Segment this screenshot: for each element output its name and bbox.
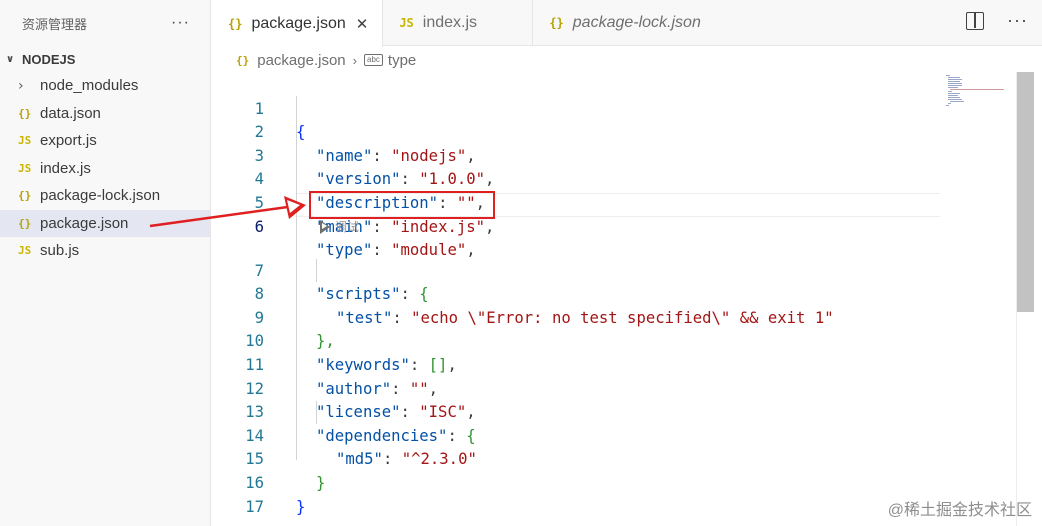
tab-label: package-lock.json <box>572 14 701 31</box>
tree-item-label: data.json <box>40 104 101 122</box>
tree-item-data-json[interactable]: {} data.json <box>0 100 210 128</box>
annotation-highlight-box <box>309 191 495 219</box>
code-line: 7 "scripts": { <box>212 236 942 304</box>
code-line: 8 "test": "echo \"Error: no test specifi… <box>212 260 942 327</box>
js-file-icon: JS <box>399 16 414 30</box>
js-file-icon: JS <box>18 244 32 258</box>
chevron-right-icon: › <box>352 52 357 68</box>
line-number: 17 <box>245 497 264 516</box>
code-line: 4 "description": "", <box>212 145 942 212</box>
more-actions-icon[interactable]: ··· <box>171 14 190 32</box>
tree-item-label: package-lock.json <box>40 187 161 205</box>
tab-label: package.json <box>251 14 346 32</box>
debug-codelens[interactable]: 调试 <box>320 217 359 235</box>
breadcrumb-file[interactable]: package.json <box>257 52 345 69</box>
tree-item-sub-js[interactable]: JS sub.js <box>0 237 210 265</box>
folder-label: NODEJS <box>22 51 76 67</box>
watermark: @稀土掘金技术社区 <box>887 502 1032 519</box>
close-icon[interactable]: ✕ <box>356 15 369 33</box>
tree-item-export-js[interactable]: JS export.js <box>0 127 210 155</box>
json-file-icon: {} <box>228 16 243 31</box>
tree-item-package-json[interactable]: {} package.json <box>0 209 210 237</box>
code-line: 10 "keywords": [], <box>212 307 942 374</box>
folder-nodejs[interactable]: ∨ NODEJS <box>0 46 210 72</box>
play-icon <box>320 220 330 234</box>
code-line: 17 <box>212 472 942 516</box>
tab-package-json[interactable]: {} package.json ✕ <box>212 0 384 47</box>
tab-label: index.js <box>422 14 478 31</box>
json-file-icon: {} <box>18 189 32 203</box>
tree-item-label: export.js <box>40 132 97 150</box>
js-file-icon: JS <box>18 161 32 175</box>
split-editor-icon[interactable] <box>966 12 984 30</box>
tree-item-label: index.js <box>40 159 91 177</box>
tab-index-js[interactable]: JS index.js <box>383 0 534 46</box>
editor-tab-bar: {} package.json ✕ JS index.js {} package… <box>212 0 1042 47</box>
json-file-icon: {} <box>18 216 32 230</box>
code-line: 5 "main": "index.js", <box>212 168 942 236</box>
codelens-label: 调试 <box>335 219 360 234</box>
colon: : <box>372 217 392 236</box>
code-line: 16 } <box>212 448 942 516</box>
chevron-down-icon: ∨ <box>6 53 15 65</box>
js-file-icon: JS <box>18 134 32 148</box>
code-line: 2 "name": "nodejs", <box>212 98 942 165</box>
code-line: 12 "license": "ISC", <box>212 354 942 422</box>
chevron-right-icon: › <box>18 77 24 94</box>
minimap[interactable] <box>946 74 1012 114</box>
vertical-scrollbar-thumb[interactable] <box>1017 72 1034 312</box>
code-line: 15 } <box>212 425 942 492</box>
json-file-icon: {} <box>549 16 564 30</box>
explorer-title: 资源管理器 <box>22 16 88 32</box>
code-line: 3 "version": "1.0.0", <box>212 121 942 189</box>
tree-item-label: package.json <box>40 214 129 232</box>
tree-item-node-modules[interactable]: › node_modules <box>0 72 210 100</box>
code-editor[interactable]: 1 { 2 "name": "nodejs", 3 "version": "1.… <box>212 72 1042 526</box>
tree-item-label: node_modules <box>40 77 139 95</box>
explorer-sidebar: 资源管理器 ··· ∨ NODEJS › node_modules {} dat… <box>0 0 211 526</box>
json-file-icon: {} <box>18 106 32 120</box>
comma: , <box>485 217 495 236</box>
explorer-header: 资源管理器 ··· <box>0 0 210 46</box>
json-value: "index.js" <box>391 217 486 236</box>
code-line: 11 "author": "", <box>212 330 942 398</box>
code-line: 9 }, <box>212 283 942 351</box>
tree-item-label: sub.js <box>40 242 80 260</box>
tree-item-package-lock-json[interactable]: {} package-lock.json <box>0 182 210 210</box>
more-actions-icon[interactable]: ··· <box>1007 10 1028 31</box>
breadcrumb-symbol[interactable]: type <box>388 52 416 69</box>
tree-item-index-js[interactable]: JS index.js <box>0 155 210 183</box>
brace: } <box>296 497 306 516</box>
code-line: 14 "md5": "^2.3.0" <box>212 401 942 469</box>
json-file-icon: {} <box>236 53 250 67</box>
string-symbol-icon: abc <box>364 54 383 66</box>
breadcrumb: {} package.json › abc type <box>236 48 416 72</box>
code-line: 13 "dependencies": { <box>212 378 942 445</box>
code-line: 1 { <box>212 74 942 142</box>
tab-package-lock-json[interactable]: {} package-lock.json <box>533 0 715 46</box>
